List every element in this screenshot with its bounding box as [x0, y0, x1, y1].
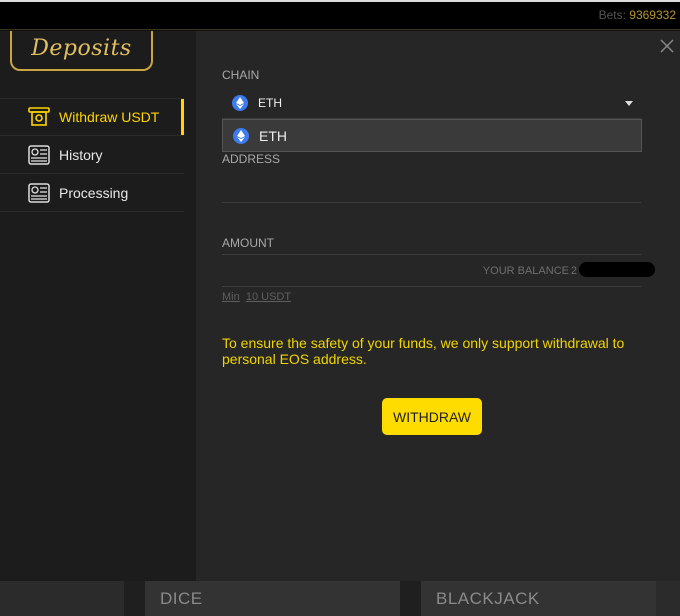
withdraw-button[interactable]: WITHDRAW	[382, 398, 482, 435]
sidebar-item-label: Processing	[59, 184, 129, 201]
tab-dice[interactable]: DICE	[145, 581, 400, 616]
chain-select-value: ETH	[258, 95, 282, 110]
sidebar-item-label: History	[59, 146, 103, 163]
min-label: Min	[222, 291, 240, 303]
chevron-down-icon	[625, 101, 633, 106]
sidebar-item-label: Withdraw USDT	[59, 109, 160, 125]
tab-separator	[124, 581, 145, 616]
balance-value: 2	[570, 265, 577, 277]
sidebar-item-withdraw-usdt[interactable]: Withdraw USDT	[0, 98, 184, 136]
bottom-bar: DICE BLACKJACK	[0, 581, 680, 616]
bets-counter: Bets: 9369332	[599, 8, 676, 22]
deposits-logo: Deposits	[10, 31, 153, 71]
sidebar-item-history[interactable]: History	[0, 136, 184, 174]
processing-icon	[28, 182, 50, 203]
address-input[interactable]	[222, 171, 641, 203]
chain-label: CHAIN	[222, 68, 260, 82]
address-label: ADDRESS	[222, 152, 281, 166]
ethereum-icon	[232, 94, 248, 111]
tab-blackjack[interactable]: BLACKJACK	[421, 581, 656, 616]
chain-option-label: ETH	[259, 127, 287, 144]
security-notice: To ensure the safety of your funds, we o…	[222, 335, 625, 367]
amount-input[interactable]: YOUR BALANCE 2	[222, 257, 655, 287]
sidebar-item-processing[interactable]: Processing	[0, 174, 184, 212]
top-bar: Bets: 9369332	[0, 0, 680, 30]
redaction-mark	[579, 262, 655, 277]
chain-select[interactable]: ETH	[222, 87, 641, 119]
tab-separator	[400, 581, 421, 616]
chain-option-eth[interactable]: ETH	[222, 119, 642, 152]
ethereum-icon	[233, 127, 249, 144]
logo-text: Deposits	[31, 35, 132, 61]
bets-label: Bets:	[598, 8, 626, 22]
history-icon	[28, 144, 50, 165]
bets-value: 9369332	[629, 8, 676, 22]
withdraw-icon	[28, 107, 50, 127]
sidebar: Deposits Withdraw USDT History Processin…	[0, 31, 196, 581]
tab-label: BLACKJACK	[436, 588, 540, 608]
tab-label: DICE	[160, 588, 203, 608]
min-value: 10 USDT	[245, 291, 292, 303]
balance-label: YOUR BALANCE	[482, 265, 569, 277]
amount-divider	[222, 223, 641, 255]
close-icon[interactable]	[658, 37, 676, 55]
withdraw-panel: CHAIN ETH ETH ADDRESS AMOUNT YOUR BALANC…	[196, 31, 680, 581]
min-amount: Min 10 USDT	[222, 291, 291, 303]
sidebar-nav: Withdraw USDT History Processing	[0, 98, 184, 212]
